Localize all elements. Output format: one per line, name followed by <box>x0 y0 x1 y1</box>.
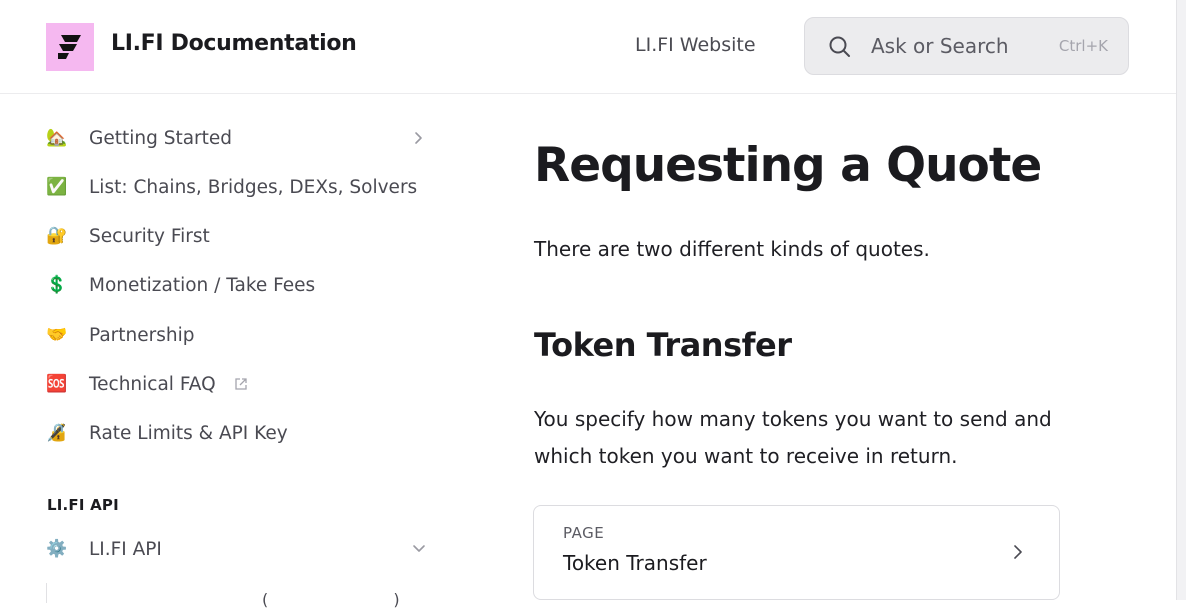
search-icon <box>829 36 850 57</box>
intro-paragraph: There are two different kinds of quotes. <box>534 237 930 261</box>
website-link[interactable]: LI.FI Website <box>635 34 756 56</box>
house-icon: 🏡 <box>46 127 68 148</box>
chevron-right-icon[interactable] <box>412 131 426 145</box>
page-title: Requesting a Quote <box>534 138 1042 193</box>
card-title: Token Transfer <box>563 551 707 575</box>
sidebar-item-security-first[interactable]: 🔐 Security First <box>46 218 436 254</box>
card-kicker: PAGE <box>563 524 605 542</box>
check-mark-icon: ✅ <box>46 176 68 197</box>
sidebar-item-label: Partnership <box>89 324 195 346</box>
sidebar-item-lifi-api[interactable]: ⚙️ LI.FI API <box>46 531 436 567</box>
sidebar-item-list-chains[interactable]: ✅ List: Chains, Bridges, DEXs, Solvers <box>46 169 436 205</box>
section-heading-token-transfer: Token Transfer <box>534 326 792 364</box>
chevron-right-icon <box>1014 545 1022 559</box>
sidebar-item-technical-faq[interactable]: 🆘 Technical FAQ <box>46 366 436 402</box>
section-paragraph: You specify how many tokens you want to … <box>534 407 1052 468</box>
sidebar-item-label: Security First <box>89 225 210 247</box>
chevron-down-icon[interactable] <box>412 542 426 556</box>
top-header: LI.FI Documentation LI.FI Website Ask or… <box>0 0 1176 94</box>
lock-icon: 🔐 <box>46 225 68 246</box>
external-link-icon <box>235 378 247 390</box>
locked-with-pen-icon: 🔏 <box>46 422 68 443</box>
sidebar-section-heading: LI.FI API <box>47 496 119 514</box>
sidebar-item-label: Rate Limits & API Key <box>89 422 288 444</box>
page-scrollbar[interactable] <box>1176 0 1186 600</box>
submenu-rail <box>46 583 47 603</box>
sidebar-item-label: Monetization / Take Fees <box>89 274 316 296</box>
dollar-icon: 💲 <box>46 274 68 295</box>
sidebar-item-getting-started[interactable]: 🏡 Getting Started <box>46 120 436 156</box>
sidebar-item-rate-limits[interactable]: 🔏 Rate Limits & API Key <box>46 415 436 451</box>
gear-icon: ⚙️ <box>46 538 68 559</box>
sidebar-item-label: List: Chains, Bridges, DEXs, Solvers <box>89 176 418 198</box>
sidebar-item-label: Getting Started <box>89 127 233 149</box>
search-box[interactable]: Ask or Search Ctrl+K <box>804 17 1129 75</box>
search-placeholder: Ask or Search <box>871 34 1009 58</box>
sos-icon: 🆘 <box>46 373 68 394</box>
sidebar-item-label: LI.FI API <box>89 538 162 560</box>
app-title[interactable]: LI.FI Documentation <box>111 31 357 56</box>
page-link-card[interactable]: PAGE Token Transfer <box>533 505 1060 600</box>
lifi-logo[interactable] <box>46 23 94 71</box>
sidebar-item-partnership[interactable]: 🤝 Partnership <box>46 317 436 353</box>
lifi-logo-icon <box>58 35 81 59</box>
sidebar-item-label: Technical FAQ <box>89 373 216 395</box>
sidebar-item-monetization[interactable]: 💲 Monetization / Take Fees <box>46 267 436 303</box>
search-shortcut-hint: Ctrl+K <box>1058 37 1108 55</box>
handshake-icon: 🤝 <box>46 324 68 345</box>
